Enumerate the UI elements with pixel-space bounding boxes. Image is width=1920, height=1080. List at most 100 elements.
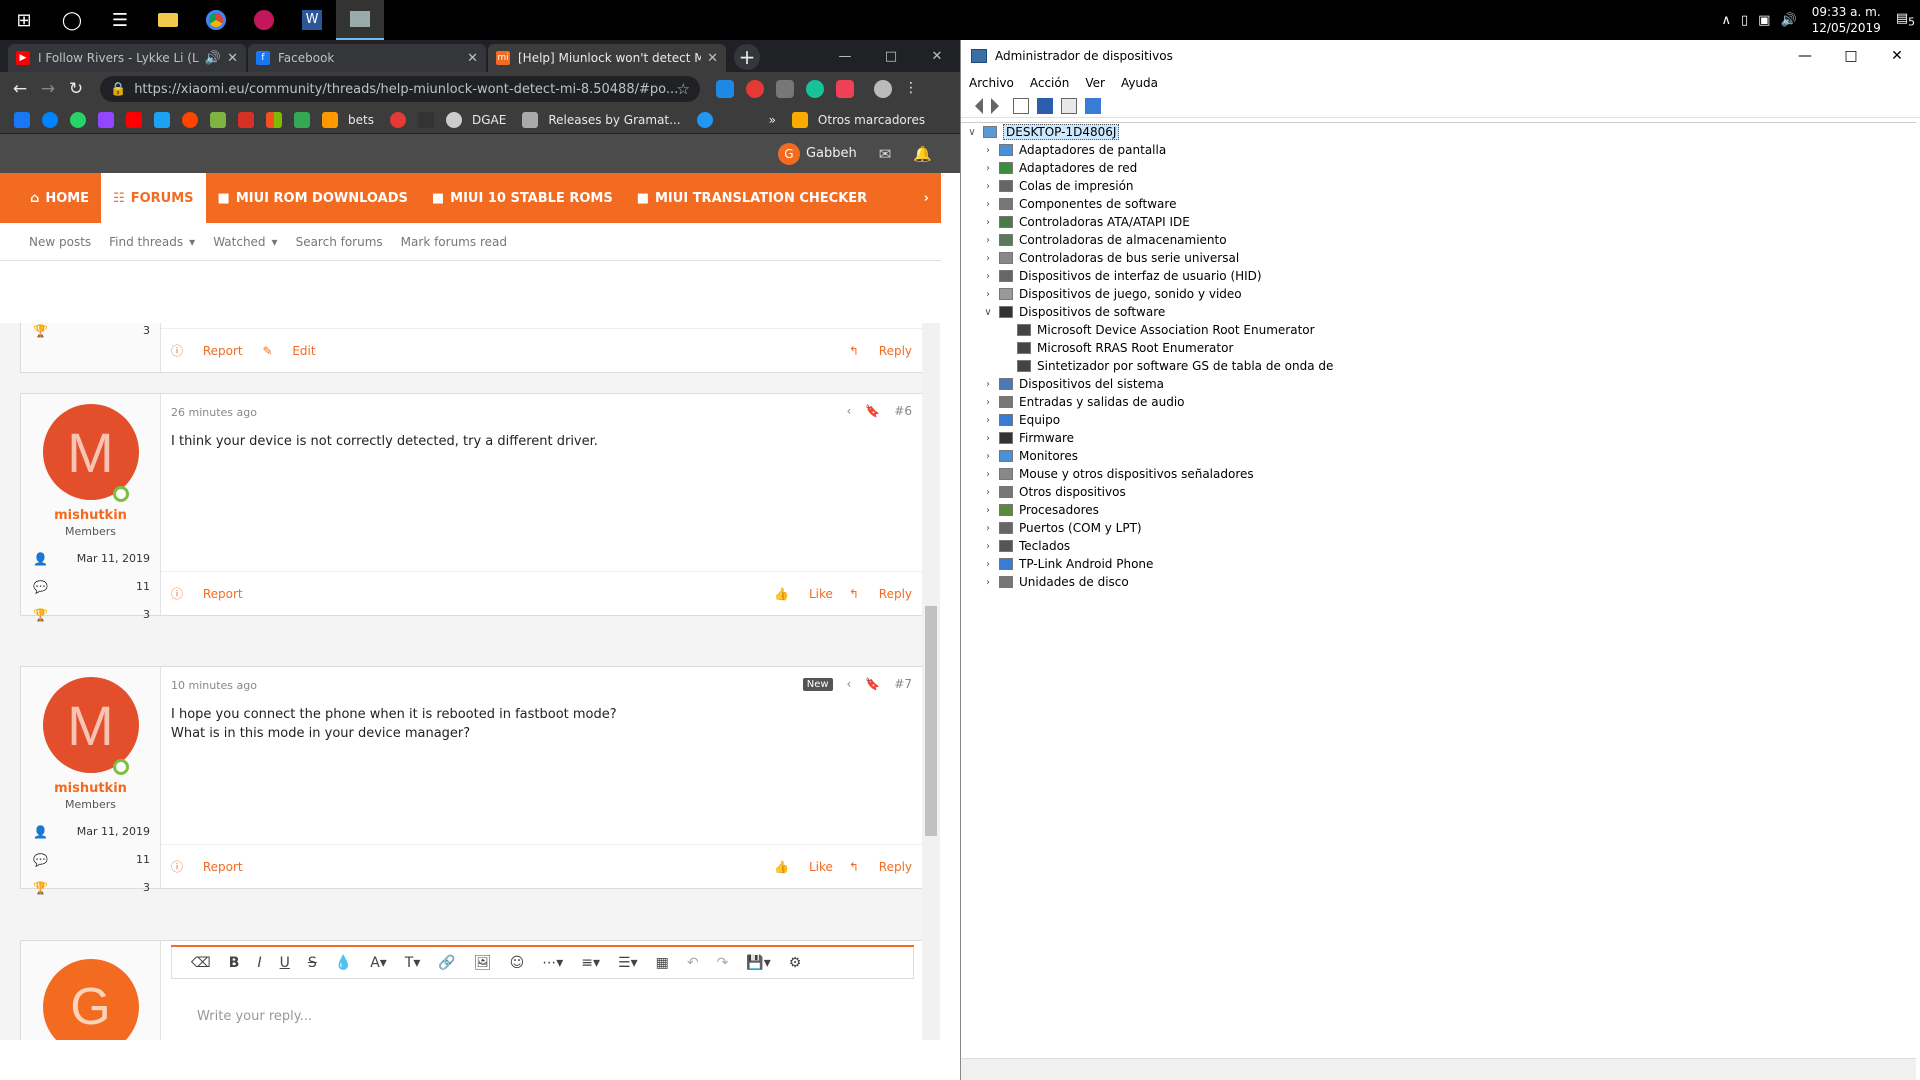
properties-icon[interactable] [1061, 97, 1077, 114]
bookmark-twitter-icon[interactable] [154, 111, 170, 128]
close-icon[interactable]: ✕ [914, 40, 960, 72]
underline-icon[interactable]: U [280, 955, 290, 971]
chevron-down-icon[interactable]: ∨ [965, 127, 979, 138]
chevron-right-icon[interactable]: › [981, 181, 995, 192]
word-icon[interactable]: W [288, 0, 336, 40]
profile-avatar[interactable] [874, 80, 892, 98]
bookmark-blue-icon[interactable] [696, 111, 713, 128]
bookmark-github-icon[interactable] [522, 111, 539, 128]
reply-link[interactable]: ↰ Reply [849, 860, 912, 874]
user-avatar[interactable]: G [777, 142, 800, 165]
post-number[interactable]: #6 [894, 404, 912, 418]
chevron-right-icon[interactable]: › [981, 559, 995, 570]
author-name[interactable]: mishutkin [21, 781, 160, 796]
bookmark-globe-icon[interactable] [445, 111, 462, 128]
menu-ayuda[interactable]: Ayuda [1121, 76, 1158, 90]
bookmark-icon[interactable]: 🔖 [865, 677, 880, 691]
tab-youtube[interactable]: ▶ I Follow Rivers - Lykke Li (La 🔊 ✕ [8, 44, 246, 72]
bookmark-star-icon[interactable]: ☆ [677, 80, 690, 98]
subnav-find-threads[interactable]: Find threads [109, 235, 183, 249]
chevron-right-icon[interactable]: › [981, 577, 995, 588]
scan-hardware-icon[interactable] [1085, 97, 1101, 114]
maximize-icon[interactable]: □ [1828, 40, 1874, 72]
bookmark-reddit-icon[interactable] [182, 111, 198, 128]
tree-node[interactable]: › Monitores [961, 447, 1916, 465]
like-link[interactable]: 👍 Like [774, 587, 833, 601]
menu-icon[interactable]: ⋮ [904, 80, 918, 98]
chevron-right-icon[interactable]: › [981, 163, 995, 174]
nav-stable-roms[interactable]: ■ MIUI 10 STABLE ROMS [420, 173, 625, 223]
tree-node[interactable]: › Controladoras ATA/ATAPI IDE [961, 213, 1916, 231]
bookmark-dgae[interactable]: DGAE [472, 113, 506, 127]
tree-node[interactable]: › Componentes de software [961, 195, 1916, 213]
bookmark-bets[interactable]: bets [348, 113, 374, 127]
share-icon[interactable]: ‹ [847, 404, 852, 418]
italic-icon[interactable]: I [257, 955, 261, 971]
chevron-right-icon[interactable]: › [981, 523, 995, 534]
tree-node[interactable]: › Equipo [961, 411, 1916, 429]
link-icon[interactable]: 🔗 [438, 955, 455, 971]
tree-node[interactable]: › Colas de impresión [961, 177, 1916, 195]
reload-icon[interactable]: ↻ [62, 79, 90, 99]
show-hide-icon[interactable] [1013, 97, 1029, 114]
tree-node[interactable]: › Entradas y salidas de audio [961, 393, 1916, 411]
chevron-right-icon[interactable]: › [981, 469, 995, 480]
drafts-icon[interactable]: 💾▾ [746, 955, 770, 971]
chevron-right-icon[interactable]: › [981, 217, 995, 228]
subnav-search-forums[interactable]: Search forums [296, 235, 383, 249]
tree-node[interactable]: › Dispositivos del sistema [961, 375, 1916, 393]
avatar[interactable]: M [42, 677, 139, 775]
align-icon[interactable]: ≡▾ [581, 955, 600, 971]
forward-icon[interactable]: → [34, 79, 62, 99]
post-time[interactable]: 10 minutes ago [171, 679, 257, 692]
undo-icon[interactable]: ↶ [687, 955, 699, 971]
chevron-right-icon[interactable]: › [981, 541, 995, 552]
tree-node[interactable]: ∨ Dispositivos de software [961, 303, 1916, 321]
bookmark-green-icon[interactable] [294, 111, 310, 128]
subnav-watched[interactable]: Watched [213, 235, 265, 249]
tree-node[interactable]: › Puertos (COM y LPT) [961, 519, 1916, 537]
tree-node[interactable]: › Unidades de disco [961, 573, 1916, 591]
bell-icon[interactable]: 🔔 [913, 145, 932, 163]
tree-node[interactable]: › Procesadores [961, 501, 1916, 519]
avatar[interactable]: M [42, 404, 139, 502]
tree-node[interactable]: Microsoft Device Association Root Enumer… [961, 321, 1916, 339]
minimize-icon[interactable]: — [822, 40, 868, 72]
close-tab-icon[interactable]: ✕ [707, 51, 718, 66]
chevron-up-icon[interactable]: ∧ [1721, 13, 1731, 28]
username[interactable]: Gabbeh [806, 146, 857, 161]
tree-node[interactable]: Microsoft RRAS Root Enumerator [961, 339, 1916, 357]
chevron-right-icon[interactable]: › [981, 451, 995, 462]
smiley-icon[interactable]: ☺ [510, 955, 525, 971]
maximize-icon[interactable]: □ [868, 40, 914, 72]
tree-node[interactable]: › Firmware [961, 429, 1916, 447]
chevron-right-icon[interactable]: › [981, 235, 995, 246]
subnav-new-posts[interactable]: New posts [29, 235, 91, 249]
nav-home[interactable]: ⌂ HOME [18, 173, 101, 223]
minimize-icon[interactable]: — [1782, 40, 1828, 72]
bold-icon[interactable]: B [229, 955, 240, 971]
image-icon[interactable]: 🖼 [474, 955, 492, 971]
audio-icon[interactable]: 🔊 [205, 51, 221, 66]
tree-root[interactable]: ∨ DESKTOP-1D4806J [961, 123, 1916, 141]
bookmark-twitch-icon[interactable] [98, 111, 114, 128]
new-tab-button[interactable]: + [734, 44, 760, 70]
chevron-right-icon[interactable]: › [981, 487, 995, 498]
more-icon[interactable]: ⋯▾ [542, 955, 563, 971]
address-bar[interactable]: 🔒 https://xiaomi.eu/community/threads/he… [100, 76, 700, 102]
menu-archivo[interactable]: Archivo [969, 76, 1014, 90]
report-link[interactable]: ⓘ Report [171, 344, 243, 358]
chevron-right-icon[interactable]: › [981, 199, 995, 210]
bookmark-facebook-icon[interactable] [14, 111, 30, 128]
forward-icon[interactable] [991, 97, 999, 114]
bookmarks-overflow[interactable]: » [769, 113, 776, 127]
redo-icon[interactable]: ↷ [717, 955, 729, 971]
chevron-right-icon[interactable]: › [912, 173, 941, 223]
task-view-icon[interactable]: ☰ [96, 0, 144, 40]
chevron-right-icon[interactable]: › [981, 271, 995, 282]
chevron-down-icon[interactable]: ∨ [981, 307, 995, 318]
back-icon[interactable] [967, 97, 983, 114]
share-icon[interactable]: ‹ [847, 677, 852, 691]
tree-node[interactable]: › Dispositivos de interfaz de usuario (HI… [961, 267, 1916, 285]
bookmark-messenger-icon[interactable] [42, 111, 58, 128]
